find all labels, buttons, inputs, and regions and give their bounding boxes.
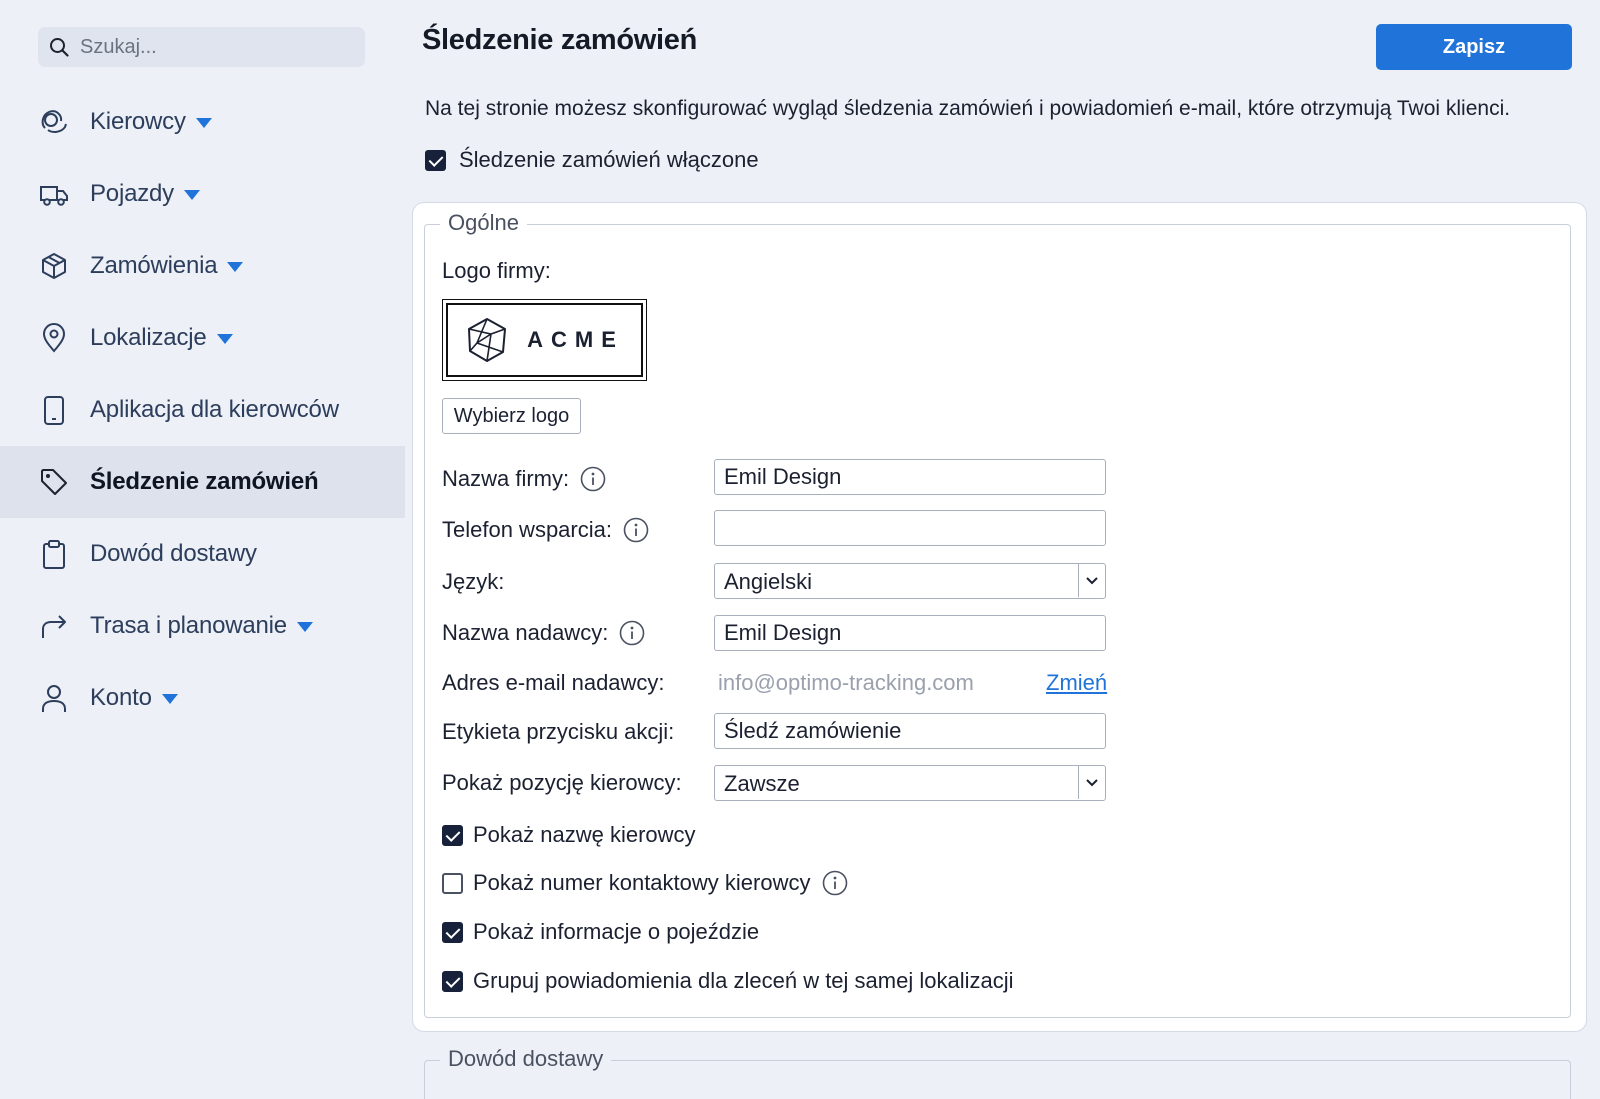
- box-icon: [38, 250, 70, 282]
- company-name-input[interactable]: [714, 459, 1106, 495]
- route-arrow-icon: [38, 610, 70, 642]
- sidebar-item-label: Konto: [90, 684, 152, 711]
- choose-logo-button[interactable]: Wybierz logo: [442, 398, 581, 434]
- checkbox-unchecked[interactable]: [442, 872, 463, 894]
- caret-down-icon: [227, 262, 244, 272]
- sidebar-item-orders[interactable]: Zamówienia: [0, 230, 405, 302]
- checkbox-label: Pokaż nazwę kierowcy: [473, 822, 696, 847]
- clipboard-icon: [38, 538, 70, 570]
- logo-wordmark: ACME: [527, 327, 624, 352]
- info-icon[interactable]: [623, 517, 649, 543]
- sender-name-row-label: Nazwa nadawcy:: [442, 620, 645, 646]
- sidebar-item-proof-of-delivery[interactable]: Dowód dostawy: [0, 518, 405, 590]
- sidebar-item-account[interactable]: Konto: [0, 662, 405, 734]
- sidebar-item-drivers[interactable]: Kierowcy: [0, 86, 405, 158]
- truck-icon: [38, 178, 70, 210]
- caret-down-icon: [296, 622, 313, 632]
- checkbox-checked[interactable]: [442, 824, 463, 846]
- sender-email-value: info@optimo-tracking.com: [718, 670, 974, 695]
- sidebar-item-label: Trasa i planowanie: [90, 612, 287, 639]
- sidebar-item-label: Śledzenie zamówień: [90, 468, 319, 495]
- sidebar-item-label: Zamówienia: [90, 252, 218, 279]
- driver-position-select[interactable]: Zawsze: [714, 765, 1106, 801]
- sidebar-item-order-tracking[interactable]: Śledzenie zamówień: [0, 446, 405, 518]
- tracking-enabled-checkbox[interactable]: Śledzenie zamówień włączone: [425, 147, 759, 173]
- support-phone-row-label: Telefon wsparcia:: [442, 517, 649, 543]
- sidebar-item-route-planning[interactable]: Trasa i planowanie: [0, 590, 405, 662]
- caret-down-icon: [216, 334, 233, 344]
- sidebar-item-vehicles[interactable]: Pojazdy: [0, 158, 405, 230]
- proof-of-delivery-legend: Dowód dostawy: [440, 1046, 612, 1072]
- caret-down-icon: [195, 118, 212, 128]
- general-legend: Ogólne: [440, 210, 527, 236]
- checkbox-label: Pokaż numer kontaktowy kierowcy: [473, 870, 811, 895]
- info-icon[interactable]: [580, 466, 606, 492]
- company-logo: ACME: [442, 299, 647, 381]
- caret-down-icon: [183, 190, 200, 200]
- driver-position-value: Zawsze: [724, 771, 800, 796]
- phone-icon: [38, 394, 70, 426]
- show-driver-phone-checkbox[interactable]: Pokaż numer kontaktowy kierowcy: [442, 870, 848, 896]
- search-box[interactable]: [38, 27, 365, 67]
- save-button[interactable]: Zapisz: [1376, 24, 1572, 70]
- checkbox-checked[interactable]: [442, 921, 463, 943]
- search-input[interactable]: [80, 27, 350, 67]
- info-icon[interactable]: [822, 870, 848, 896]
- page-description: Na tej stronie możesz skonfigurować wygl…: [425, 97, 1511, 120]
- chevron-down-icon[interactable]: [1078, 564, 1105, 597]
- action-button-label: Etykieta przycisku akcji:: [442, 719, 675, 744]
- checkbox-checked[interactable]: [425, 149, 446, 171]
- info-icon[interactable]: [619, 620, 645, 646]
- action-button-input[interactable]: [714, 713, 1106, 749]
- logo-label: Logo firmy:: [442, 258, 551, 283]
- support-phone-label: Telefon wsparcia:: [442, 517, 612, 542]
- sidebar-item-label: Pojazdy: [90, 180, 174, 207]
- show-driver-name-checkbox[interactable]: Pokaż nazwę kierowcy: [442, 822, 696, 848]
- chevron-down-icon[interactable]: [1078, 766, 1105, 799]
- sidebar-nav: Kierowcy Pojazdy Zamówienia Lokalizacje: [0, 86, 405, 734]
- show-vehicle-info-checkbox[interactable]: Pokaż informacje o pojeździe: [442, 919, 759, 945]
- checkbox-label: Śledzenie zamówień włączone: [459, 147, 759, 172]
- user-icon: [38, 682, 70, 714]
- company-name-row-label: Nazwa firmy:: [442, 466, 606, 492]
- sender-name-label: Nazwa nadawcy:: [442, 620, 609, 645]
- support-phone-input[interactable]: [714, 510, 1106, 546]
- change-email-link[interactable]: Zmień: [1046, 670, 1107, 696]
- group-notifications-checkbox[interactable]: Grupuj powiadomienia dla zleceń w tej sa…: [442, 968, 1013, 994]
- sidebar-item-label: Lokalizacje: [90, 324, 207, 351]
- language-select[interactable]: Angielski: [714, 563, 1106, 599]
- search-icon: [50, 38, 69, 57]
- sender-name-input[interactable]: [714, 615, 1106, 651]
- acme-logo-icon: [468, 318, 507, 362]
- sidebar-item-locations[interactable]: Lokalizacje: [0, 302, 405, 374]
- sidebar-item-label: Kierowcy: [90, 108, 186, 135]
- driver-position-label: Pokaż pozycję kierowcy:: [442, 770, 682, 795]
- company-name-label: Nazwa firmy:: [442, 466, 570, 491]
- page-title: Śledzenie zamówień: [422, 24, 698, 56]
- sender-email-label: Adres e-mail nadawcy:: [442, 670, 665, 695]
- caret-down-icon: [161, 694, 178, 704]
- checkbox-checked[interactable]: [442, 970, 463, 992]
- checkbox-label: Grupuj powiadomienia dla zleceń w tej sa…: [473, 968, 1014, 993]
- sidebar: Kierowcy Pojazdy Zamówienia Lokalizacje: [0, 0, 405, 1099]
- sidebar-item-driver-app[interactable]: Aplikacja dla kierowców: [0, 374, 405, 446]
- map-pin-icon: [38, 322, 70, 354]
- checkbox-label: Pokaż informacje o pojeździe: [473, 919, 760, 944]
- sidebar-item-label: Aplikacja dla kierowców: [90, 396, 339, 423]
- sidebar-item-label: Dowód dostawy: [90, 540, 257, 567]
- drivers-icon: [38, 106, 70, 138]
- language-value: Angielski: [724, 569, 813, 594]
- language-label: Język:: [442, 569, 505, 594]
- tag-icon: [38, 466, 70, 498]
